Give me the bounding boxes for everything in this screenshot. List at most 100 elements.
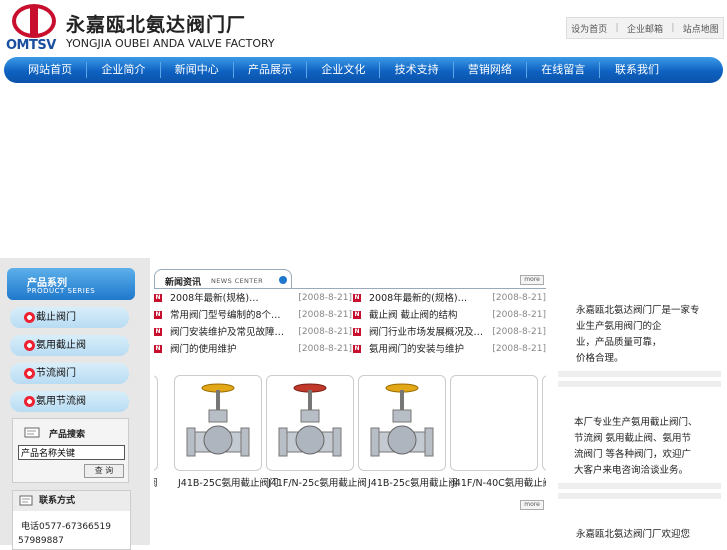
- new-badge-icon: N: [353, 311, 361, 319]
- news-item-title: 常用阀门型号编制的8个…: [170, 310, 281, 321]
- products-more-button[interactable]: more: [520, 500, 544, 510]
- news-item-date: [2008-8-21]: [298, 310, 352, 320]
- product-card[interactable]: [450, 375, 538, 471]
- product-search-title: 产品搜索: [49, 430, 86, 440]
- news-item[interactable]: N 氨用阀门的安装与维护 [2008-8-21]: [353, 342, 546, 357]
- link-separator: |: [671, 23, 675, 33]
- news-item[interactable]: N 阀门行业市场发展概况及… [2008-8-21]: [353, 325, 546, 340]
- arrow-right-icon: [279, 276, 287, 284]
- about-line: 本厂专业生产氨用截止阀门、: [574, 417, 698, 428]
- new-badge-icon: N: [154, 294, 162, 302]
- nav-support[interactable]: 技术支持: [380, 62, 454, 78]
- product-label: J41F/N-40C氨用截止阀门: [452, 478, 546, 489]
- news-item[interactable]: N 2008年最新的(规格)… [2008-8-21]: [353, 291, 546, 306]
- link-separator: |: [615, 23, 619, 33]
- logo-text: OMTSV: [6, 38, 56, 53]
- about-line: 业生产氨用阀门的企: [576, 321, 662, 332]
- nav-message[interactable]: 在线留言: [527, 62, 601, 78]
- divider-band: [558, 483, 721, 489]
- set-homepage-link[interactable]: 设为首页: [571, 22, 607, 35]
- about-panel: 永嘉瓯北氨达阀门厂是一家专 业生产氨用阀门的企 业，产品质量可靠， 价格合理。 …: [548, 265, 727, 545]
- news-item-title: 2008年最新(规格)…: [170, 293, 259, 304]
- nav-culture[interactable]: 企业文化: [307, 62, 381, 78]
- new-badge-icon: N: [353, 294, 361, 302]
- contact-header: 联系方式: [13, 491, 130, 511]
- news-item[interactable]: N 阀门的使用维护 [2008-8-21]: [154, 342, 352, 357]
- divider-band: [558, 381, 721, 387]
- product-series-header: 产品系列 PRODUCT SERIES: [7, 268, 135, 300]
- product-label: J41F/N-25c氨用截止阀: [268, 478, 367, 489]
- left-sidebar: 产品系列 PRODUCT SERIES 截止阀门 氨用截止阀 节流阀门 氨用节流…: [0, 258, 150, 550]
- news-item-title: 阀门行业市场发展概况及…: [369, 327, 484, 338]
- news-section: 新闻资讯 NEWS CENTER more N 2008年最新(规格)… [20…: [152, 265, 548, 545]
- about-line: 大客户来电咨询洽谈业务。: [574, 465, 689, 476]
- news-item-title: 阀门安装维护及常见故障…: [170, 327, 285, 338]
- nav-contact[interactable]: 联系我们: [600, 62, 673, 78]
- product-card[interactable]: [174, 375, 262, 471]
- new-badge-icon: N: [154, 345, 162, 353]
- news-item[interactable]: N 截止阀 截止阀的结构 [2008-8-21]: [353, 308, 546, 323]
- gear-icon: [24, 312, 35, 323]
- sidebar-item-ammonia-throttle-valve[interactable]: 氨用节流阀: [10, 391, 129, 412]
- main-nav: 网站首页 企业简介 新闻中心 产品展示 企业文化 技术支持 营销网络 在线留言 …: [4, 57, 723, 83]
- sidebar-item-label: 氨用截止阀: [36, 340, 86, 351]
- new-badge-icon: N: [353, 328, 361, 336]
- sidebar-item-label: 截止阀门: [36, 312, 76, 323]
- product-card[interactable]: [358, 375, 446, 471]
- gear-icon: [24, 340, 35, 351]
- company-name-cn: 永嘉瓯北氨达阀门厂: [66, 14, 247, 36]
- new-badge-icon: N: [154, 328, 162, 336]
- about-line: 永嘉瓯北氨达阀门厂欢迎您: [576, 529, 691, 540]
- news-subtitle: NEWS CENTER: [211, 277, 264, 285]
- nav-sales[interactable]: 营销网络: [454, 62, 528, 78]
- company-name-en: YONGJIA OUBEI ANDA VALVE FACTORY: [66, 37, 275, 50]
- product-label: J41B-25C氨用截止阀门: [178, 478, 279, 489]
- divider-band: [558, 493, 721, 499]
- gear-icon: [24, 396, 35, 407]
- sidebar-item-ammonia-globe-valve[interactable]: 氨用截止阀: [10, 335, 129, 356]
- product-label: 阀: [154, 475, 158, 489]
- sidebar-item-globe-valve[interactable]: 截止阀门: [10, 307, 129, 328]
- site-header: OMTSV 永嘉瓯北氨达阀门厂 YONGJIA OUBEI ANDA VALVE…: [0, 0, 727, 56]
- news-item-title: 截止阀 截止阀的结构: [369, 310, 458, 321]
- product-card[interactable]: [542, 375, 546, 471]
- search-input[interactable]: [18, 445, 125, 460]
- nav-about[interactable]: 企业简介: [87, 62, 161, 78]
- site-map-link[interactable]: 站点地图: [683, 22, 719, 35]
- divider-band: [558, 371, 721, 377]
- news-item-date: [2008-8-21]: [298, 293, 352, 303]
- contact-phone: 电话0577-67366519: [21, 522, 111, 532]
- news-more-button[interactable]: more: [520, 275, 544, 285]
- company-mail-link[interactable]: 企业邮箱: [627, 22, 663, 35]
- contact-body: 电话0577-67366519: [13, 511, 130, 535]
- news-item[interactable]: N 常用阀门型号编制的8个… [2008-8-21]: [154, 308, 352, 323]
- product-card[interactable]: [154, 375, 158, 471]
- gear-icon: [24, 368, 35, 379]
- news-item[interactable]: N 阀门安装维护及常见故障… [2008-8-21]: [154, 325, 352, 340]
- nav-products[interactable]: 产品展示: [234, 62, 308, 78]
- logo-emblem-bar: [30, 6, 38, 36]
- valve-image: [186, 383, 250, 457]
- top-links: 设为首页 | 企业邮箱 | 站点地图: [566, 17, 724, 39]
- sidebar-item-throttle-valve[interactable]: 节流阀门: [10, 363, 129, 384]
- contact-card-icon: [19, 495, 33, 506]
- nav-home[interactable]: 网站首页: [14, 62, 88, 78]
- product-card[interactable]: [266, 375, 354, 471]
- about-line: 永嘉瓯北氨达阀门厂是一家专: [576, 305, 700, 316]
- news-item-title: 氨用阀门的安装与维护: [369, 344, 465, 355]
- sidebar-item-label: 氨用节流阀: [36, 396, 86, 407]
- nav-news[interactable]: 新闻中心: [161, 62, 234, 78]
- contact-title: 联系方式: [39, 496, 76, 506]
- company-logo[interactable]: OMTSV: [6, 4, 62, 53]
- news-tab[interactable]: 新闻资讯 NEWS CENTER: [154, 269, 292, 289]
- news-item-date: [2008-8-21]: [492, 310, 546, 320]
- product-search-box: 产品搜索 查 询: [12, 418, 129, 483]
- news-title: 新闻资讯: [165, 278, 202, 288]
- news-item-date: [2008-8-21]: [492, 327, 546, 337]
- search-button[interactable]: 查 询: [84, 464, 124, 478]
- product-label: J41B-25c氨用截止阀: [368, 478, 458, 489]
- news-item[interactable]: N 2008年最新(规格)… [2008-8-21]: [154, 291, 352, 306]
- about-paragraph-2: 本厂专业生产氨用截止阀门、 节流阀 氨用截止阀、氨用节 流阀门 等各种阀门，欢迎…: [574, 415, 698, 479]
- search-icon: [24, 427, 40, 438]
- about-line: 流阀门 等各种阀门，欢迎广: [574, 449, 692, 460]
